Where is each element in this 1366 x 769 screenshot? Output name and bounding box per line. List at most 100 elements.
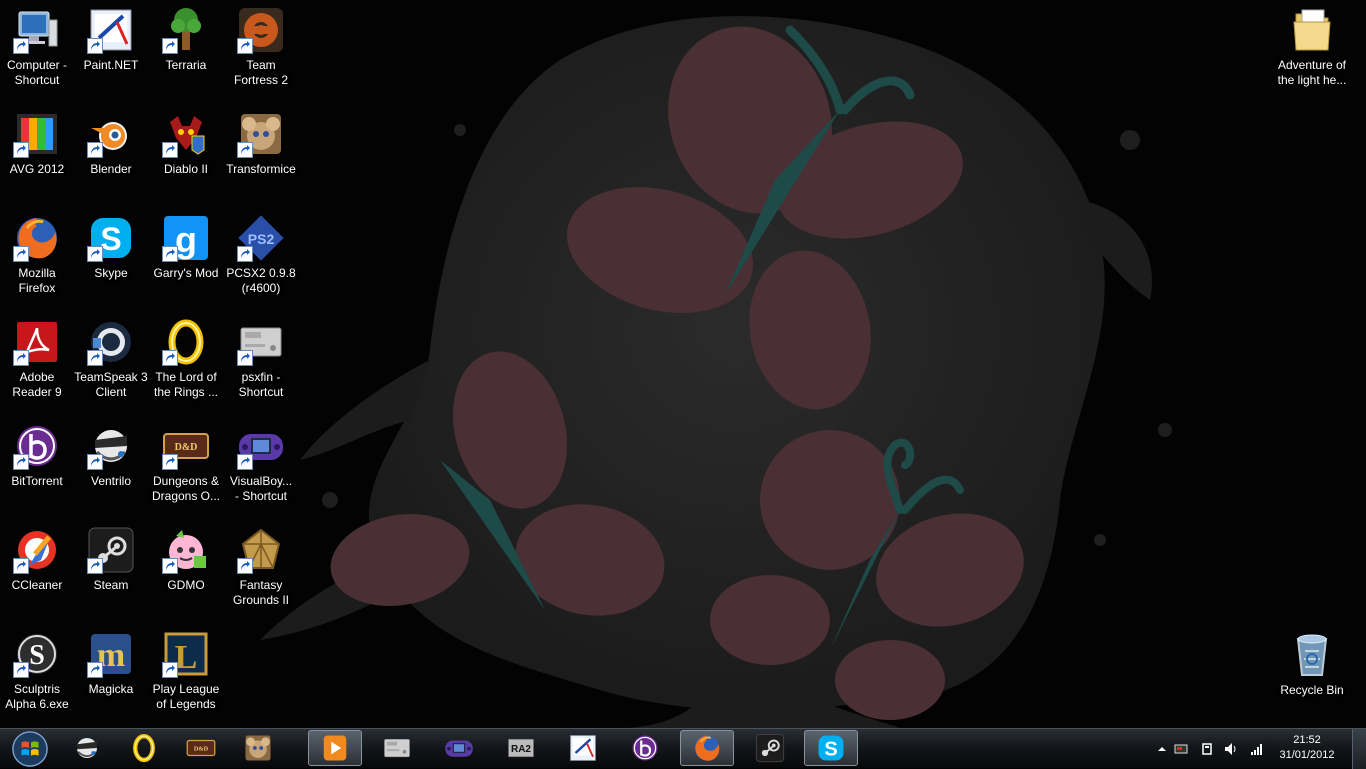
taskbar-button-gameboy-advance[interactable] xyxy=(432,730,486,766)
skype-icon: S xyxy=(818,735,844,761)
desktop-icon-teamspeak[interactable]: TeamSpeak 3 Client xyxy=(74,312,148,412)
recycle-bin-icon xyxy=(1296,634,1328,676)
shortcut-arrow-icon xyxy=(237,246,253,262)
taskbar-button-firefox[interactable] xyxy=(680,730,734,766)
shortcut-arrow-icon xyxy=(87,142,103,158)
desktop-icon-label: GDMO xyxy=(167,578,205,592)
desktop-icon-label: Computer - Shortcut xyxy=(6,58,68,87)
desktop-icon-playstation[interactable]: psxfin - Shortcut xyxy=(224,312,298,412)
desktop-icon-folder[interactable]: Adventure of the light he... xyxy=(1275,0,1349,100)
desktop-icon-magicka[interactable]: m Magicka xyxy=(74,624,148,724)
shortcut-arrow-icon xyxy=(162,246,178,262)
desktop-icon-label: CCleaner xyxy=(11,578,63,592)
desktop-icon-label: The Lord of the Rings ... xyxy=(153,370,219,399)
taskbar-button-bittorrent[interactable] xyxy=(618,730,672,766)
desktop-icon-label: Adobe Reader 9 xyxy=(12,370,62,399)
desktop-icon-computer[interactable]: Computer - Shortcut xyxy=(0,0,74,100)
svg-text:S: S xyxy=(29,640,45,671)
desktop-icon-pcsx2[interactable]: PS2 PCSX2 0.9.8 (r4600) xyxy=(224,208,298,308)
desktop-icon-adobe-reader[interactable]: Adobe Reader 9 xyxy=(0,312,74,412)
shortcut-arrow-icon xyxy=(237,558,253,574)
taskbar-button-ventrilo[interactable] xyxy=(60,730,114,766)
desktop-icon-fantasy-grounds[interactable]: Fantasy Grounds II xyxy=(224,520,298,620)
desktop-icon-league[interactable]: L Play League of Legends xyxy=(149,624,223,724)
shortcut-arrow-icon xyxy=(237,38,253,54)
taskbar-button-ring[interactable] xyxy=(117,730,171,766)
desktop-icon-ring[interactable]: The Lord of the Rings ... xyxy=(149,312,223,412)
shortcut-arrow-icon xyxy=(13,350,29,366)
svg-text:S: S xyxy=(100,221,121,257)
shortcut-arrow-icon xyxy=(87,558,103,574)
desktop-icon-steam[interactable]: Steam xyxy=(74,520,148,620)
svg-text:g: g xyxy=(175,219,197,260)
desktop-icon-gameboy-advance[interactable]: VisualBoy... - Shortcut xyxy=(224,416,298,516)
system-clock[interactable]: 21:52 31/01/2012 xyxy=(1274,733,1340,763)
shortcut-arrow-icon xyxy=(237,454,253,470)
desktop-icon-label: Transformice xyxy=(226,162,296,176)
taskbar-button-skype[interactable]: S xyxy=(804,730,858,766)
windows-start-icon xyxy=(12,731,48,767)
desktop-icon-ventrilo[interactable]: Ventrilo xyxy=(74,416,148,516)
taskbar-button-paintnet[interactable] xyxy=(556,730,610,766)
desktop-icon-transformice[interactable]: Transformice xyxy=(224,104,298,204)
taskbar-button-media-player[interactable] xyxy=(308,730,362,766)
desktop-icon-label: Magicka xyxy=(88,682,134,696)
desktop-icon-label: psxfin - Shortcut xyxy=(238,370,284,399)
ring-icon xyxy=(133,733,155,763)
playstation-icon xyxy=(384,738,410,758)
desktop-icon-gmod[interactable]: g Garry's Mod xyxy=(149,208,223,308)
desktop-icon-label: TeamSpeak 3 Client xyxy=(74,370,148,399)
shortcut-arrow-icon xyxy=(13,558,29,574)
desktop-icon-label: Paint.NET xyxy=(83,58,139,72)
svg-text:PS2: PS2 xyxy=(248,231,275,247)
desktop-icon-avg[interactable]: AVG 2012 xyxy=(0,104,74,204)
taskbar-button-ra2[interactable]: RA2 xyxy=(494,730,548,766)
desktop-icon-label: Fantasy Grounds II xyxy=(232,578,290,607)
desktop-icon-recycle-bin[interactable]: Recycle Bin xyxy=(1275,625,1349,725)
desktop-icon-skype[interactable]: S Skype xyxy=(74,208,148,308)
gameboy-advance-icon xyxy=(445,740,473,757)
desktop-icon-bittorrent[interactable]: BitTorrent xyxy=(0,416,74,516)
folder-icon xyxy=(1293,9,1331,51)
desktop-icon-label: Dungeons & Dragons O... xyxy=(151,474,221,503)
desktop-icon-terraria[interactable]: Terraria xyxy=(149,0,223,100)
start-button[interactable] xyxy=(6,730,54,768)
desktop-icon-gdmo[interactable]: GDMO xyxy=(149,520,223,620)
desktop-icon-label: Blender xyxy=(90,162,132,176)
media-player-icon xyxy=(323,735,347,761)
shortcut-arrow-icon xyxy=(87,454,103,470)
desktop-icon-diablo[interactable]: Diablo II xyxy=(149,104,223,204)
desktop-icon-tf2[interactable]: Team Fortress 2 xyxy=(224,0,298,100)
show-hidden-icons-icon[interactable] xyxy=(1155,742,1169,756)
desktop-icon-firefox[interactable]: Mozilla Firefox xyxy=(0,208,74,308)
desktop-icon-paintnet[interactable]: Paint.NET xyxy=(74,0,148,100)
desktop-icon-sculptris[interactable]: S Sculptris Alpha 6.exe xyxy=(0,624,74,724)
desktop-icon-label: Recycle Bin xyxy=(1280,683,1344,697)
action-center-icon[interactable] xyxy=(1200,742,1214,756)
volume-icon[interactable] xyxy=(1224,742,1238,756)
network-status-icon[interactable] xyxy=(1174,742,1188,756)
desktop-icon-label: VisualBoy... - Shortcut xyxy=(229,474,293,503)
shortcut-arrow-icon xyxy=(13,38,29,54)
clock-time: 21:52 xyxy=(1293,734,1321,746)
svg-text:L: L xyxy=(175,639,198,676)
taskbar-button-ddo[interactable]: D&D xyxy=(174,730,228,766)
desktop-icon-blender[interactable]: Blender xyxy=(74,104,148,204)
taskbar-button-transformice[interactable] xyxy=(231,730,285,766)
desktop-icon-label: Mozilla Firefox xyxy=(18,266,56,295)
shortcut-arrow-icon xyxy=(13,454,29,470)
show-desktop-button[interactable] xyxy=(1352,729,1366,769)
wifi-signal-icon[interactable] xyxy=(1250,742,1264,756)
shortcut-arrow-icon xyxy=(162,558,178,574)
svg-text:S: S xyxy=(824,739,837,761)
desktop-icon-label: Garry's Mod xyxy=(153,266,219,280)
desktop-icon-ccleaner[interactable]: CCleaner xyxy=(0,520,74,620)
desktop-icon-label: PCSX2 0.9.8 (r4600) xyxy=(226,266,296,295)
svg-text:D&D: D&D xyxy=(194,746,209,753)
desktop-icon-ddo[interactable]: D&D Dungeons & Dragons O... xyxy=(149,416,223,516)
taskbar: D&D RA2 S 21:52 31/01/2012 xyxy=(0,728,1366,769)
desktop-icon-label: BitTorrent xyxy=(11,474,63,488)
ra2-icon: RA2 xyxy=(508,738,534,758)
taskbar-button-steam[interactable] xyxy=(743,730,797,766)
taskbar-button-playstation[interactable] xyxy=(370,730,424,766)
